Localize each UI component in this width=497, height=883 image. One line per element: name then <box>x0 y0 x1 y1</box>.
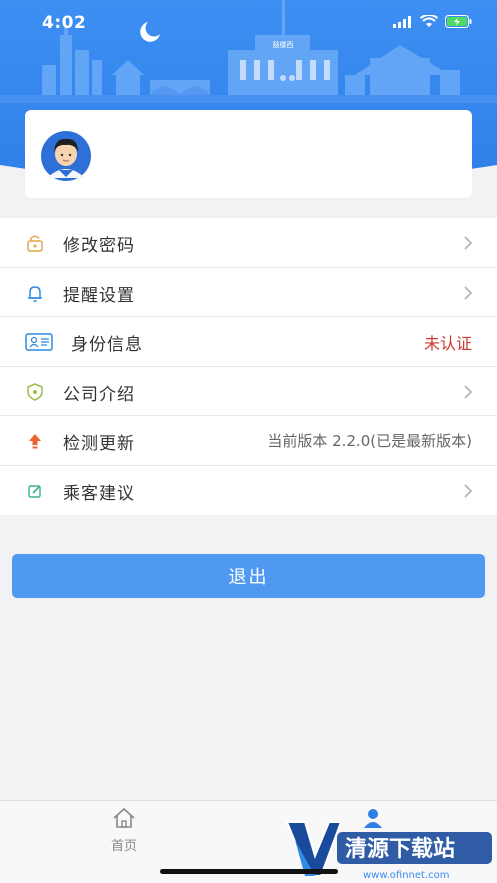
settings-menu: 修改密码 提醒设置 身份信息 未认证 公司介绍 检测更新 当前版本 2.2.0(… <box>0 218 497 515</box>
menu-item-label: 修改密码 <box>63 236 135 256</box>
menu-item-change-password[interactable]: 修改密码 <box>0 218 497 268</box>
menu-item-check-update[interactable]: 检测更新 当前版本 2.2.0(已是最新版本) <box>0 416 497 466</box>
upload-icon <box>24 430 46 452</box>
battery-icon <box>445 15 472 28</box>
watermark-url: www.ofinnet.com <box>363 870 450 881</box>
menu-item-label: 乘客建议 <box>63 483 135 504</box>
tab-home[interactable]: 首页 <box>79 807 169 854</box>
bell-icon <box>24 282 46 304</box>
logout-button[interactable]: 退出 <box>12 554 485 598</box>
home-icon <box>113 807 135 828</box>
menu-item-passenger-feedback[interactable]: 乘客建议 <box>0 466 497 516</box>
avatar[interactable] <box>37 130 97 182</box>
menu-item-label: 公司介绍 <box>63 384 135 405</box>
status-time: 4:02 <box>42 13 87 33</box>
menu-item-identity-info[interactable]: 身份信息 未认证 <box>0 317 497 367</box>
status-icons <box>393 15 473 28</box>
menu-item-label: 身份信息 <box>71 335 143 355</box>
version-info: 当前版本 2.2.0(已是最新版本) <box>267 432 472 450</box>
chevron-right-icon <box>464 236 473 250</box>
wifi-icon <box>420 15 438 27</box>
chevron-right-icon <box>464 384 473 399</box>
home-indicator <box>160 869 338 874</box>
chevron-right-icon <box>464 285 473 300</box>
chevron-right-icon <box>464 483 473 498</box>
tab-label: 首页 <box>110 839 137 854</box>
signal-icon <box>393 15 411 28</box>
menu-item-company-intro[interactable]: 公司介绍 <box>0 367 497 416</box>
verification-status: 未认证 <box>423 334 472 353</box>
status-bar: 4:02 <box>0 0 497 46</box>
menu-item-label: 提醒设置 <box>63 285 135 306</box>
lock-icon <box>24 232 46 254</box>
id-card-icon <box>24 331 54 353</box>
edit-icon <box>24 480 46 502</box>
menu-item-label: 检测更新 <box>63 434 135 454</box>
watermark-title: 清源下载站 <box>345 836 455 862</box>
shield-icon <box>24 381 46 403</box>
menu-item-reminder-settings[interactable]: 提醒设置 <box>0 268 497 317</box>
profile-card[interactable] <box>25 110 472 198</box>
